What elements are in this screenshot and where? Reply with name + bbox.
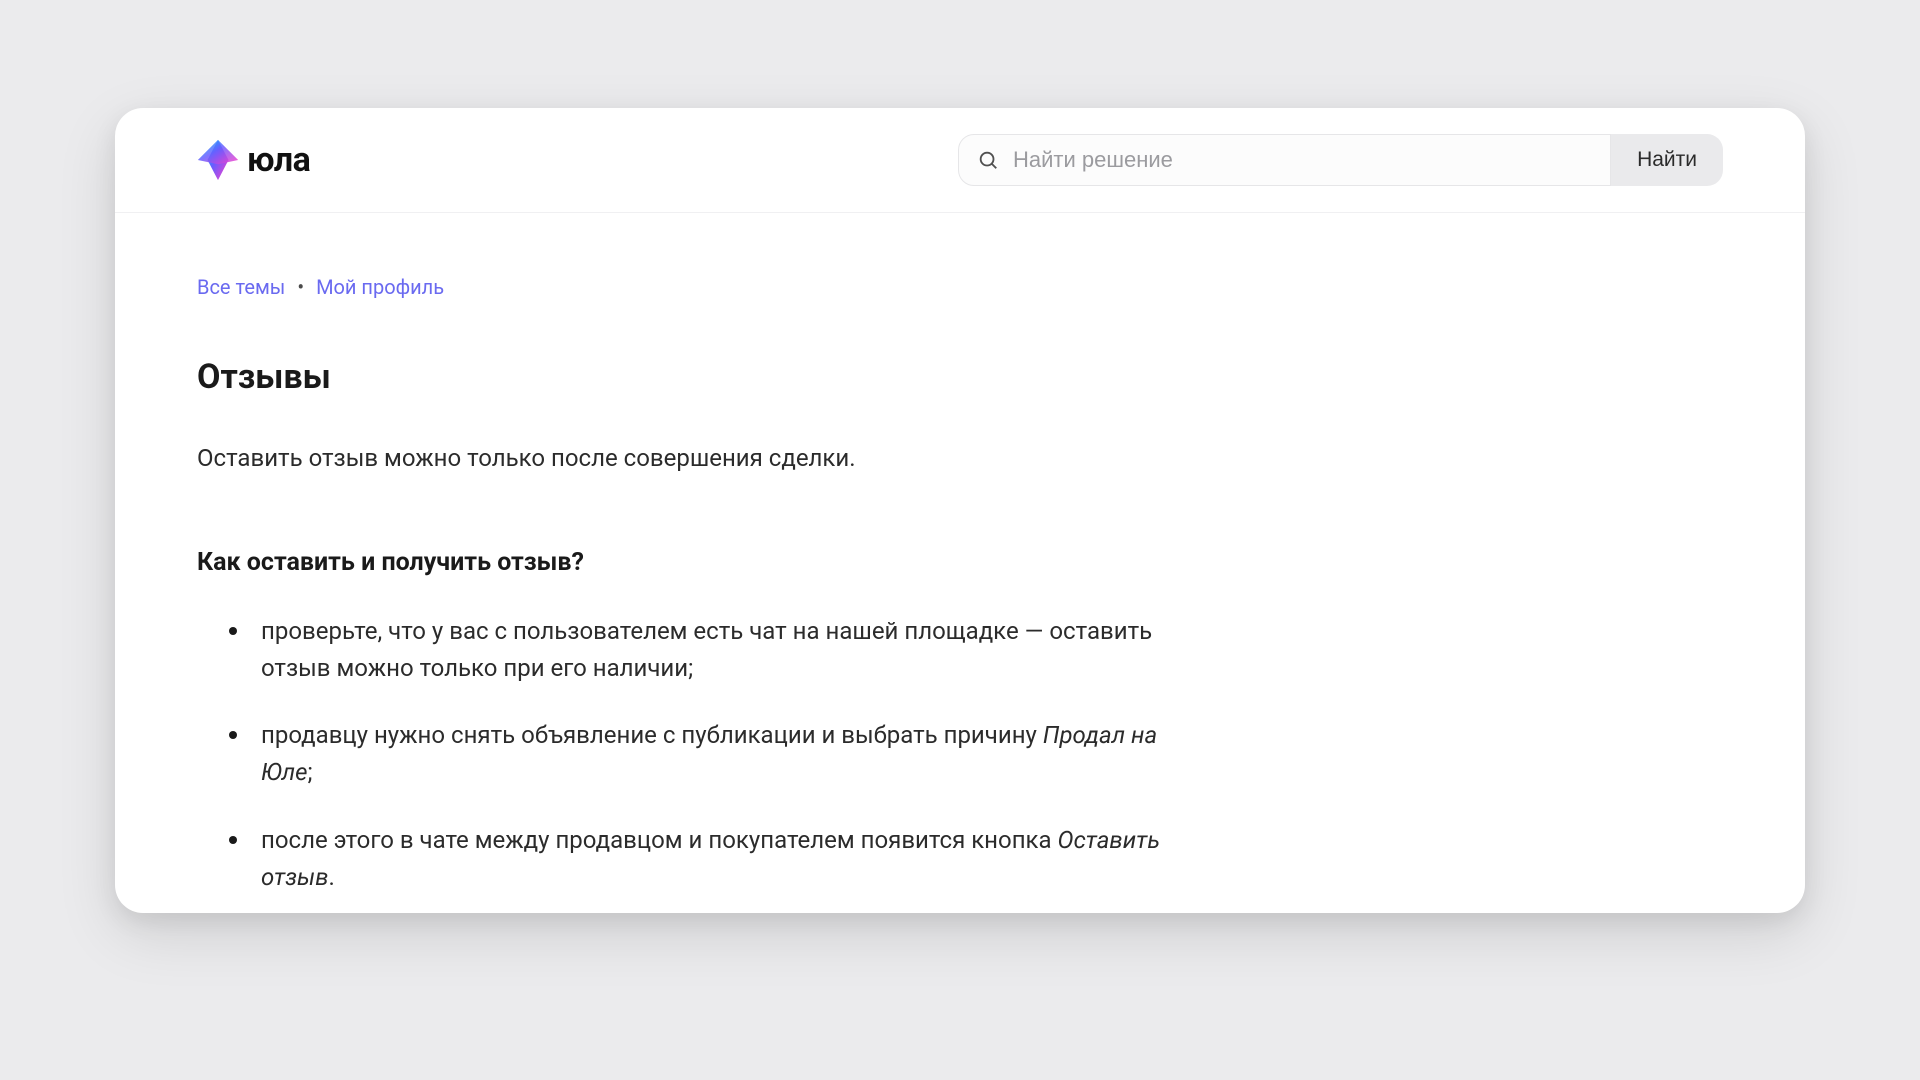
logo-text: юла — [247, 140, 310, 180]
youla-diamond-icon — [197, 139, 239, 181]
breadcrumb-separator: • — [297, 275, 304, 299]
search: Найти — [958, 134, 1723, 186]
content-card: юла Найти Все темы • Мой профиль Отзывы … — [115, 108, 1805, 913]
list-item-tail: ; — [307, 758, 312, 786]
list-item-text: проверьте, что у вас с пользователем ест… — [261, 617, 1152, 682]
list-item-text: продавцу нужно снять объявление с публик… — [261, 721, 1043, 749]
list-item: после этого в чате между продавцом и пок… — [261, 822, 1197, 896]
section-title: Как оставить и получить отзыв? — [197, 548, 1723, 577]
search-input[interactable] — [999, 135, 1610, 185]
search-button[interactable]: Найти — [1611, 134, 1723, 186]
breadcrumb: Все темы • Мой профиль — [197, 275, 1723, 299]
bullet-list: проверьте, что у вас с пользователем ест… — [197, 613, 1197, 896]
logo[interactable]: юла — [197, 139, 310, 181]
search-input-wrap — [958, 134, 1611, 186]
breadcrumb-link-my-profile[interactable]: Мой профиль — [316, 275, 444, 299]
list-item: продавцу нужно снять объявление с публик… — [261, 717, 1197, 791]
list-item: проверьте, что у вас с пользователем ест… — [261, 613, 1197, 687]
list-item-text: после этого в чате между продавцом и пок… — [261, 826, 1058, 854]
page-title: Отзывы — [197, 357, 1723, 397]
header: юла Найти — [115, 108, 1805, 213]
list-item-tail: . — [329, 863, 335, 891]
article-body: Все темы • Мой профиль Отзывы Оставить о… — [115, 213, 1805, 896]
search-icon — [977, 149, 999, 171]
breadcrumb-link-all-topics[interactable]: Все темы — [197, 275, 285, 299]
intro-paragraph: Оставить отзыв можно только после соверш… — [197, 441, 1723, 476]
